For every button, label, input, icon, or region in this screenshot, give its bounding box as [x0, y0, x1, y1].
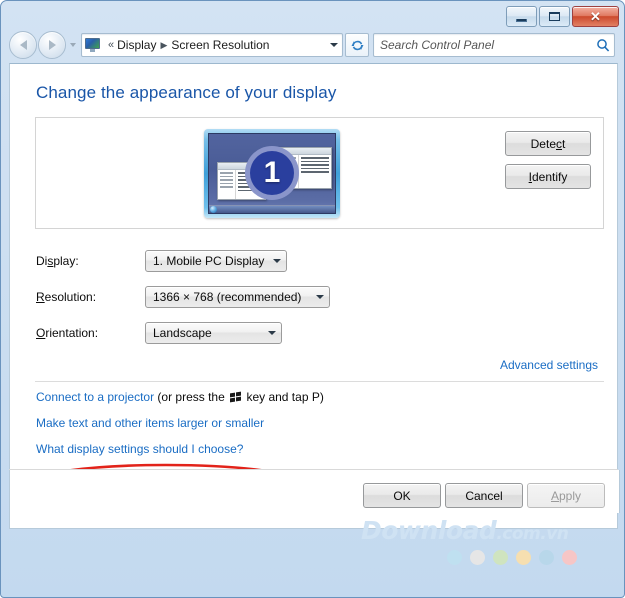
chevron-down-icon — [329, 43, 338, 47]
close-button[interactable]: ✕ — [572, 6, 619, 27]
content-pane: Change the appearance of your display 1 … — [9, 63, 618, 529]
chevron-down-icon[interactable] — [311, 295, 329, 299]
close-icon: ✕ — [590, 9, 601, 24]
ok-button[interactable]: OK — [363, 483, 441, 508]
identify-label-post: dentify — [531, 169, 568, 184]
windows-logo-icon — [230, 391, 241, 402]
resolution-dropdown-value: 1366 × 768 (recommended) — [153, 290, 302, 304]
back-button[interactable] — [9, 31, 37, 59]
chevron-down-icon[interactable] — [263, 331, 281, 335]
apply-label-post: pply — [559, 488, 582, 503]
watermark-dot-1 — [447, 550, 462, 565]
orientation-label-post: rientation: — [45, 326, 99, 340]
breadcrumb-overflow-chevron[interactable]: « — [108, 39, 114, 51]
breadcrumb-item-display[interactable]: Display — [117, 38, 156, 52]
detect-button[interactable]: Dete c t — [505, 131, 591, 156]
monitor-number-badge: 1 — [245, 146, 299, 200]
page-title: Change the appearance of your display — [36, 83, 337, 102]
connect-to-projector-link[interactable]: Connect to a projector (or press the key… — [36, 390, 324, 404]
watermark-dot-4 — [516, 550, 531, 565]
apply-label-accel: A — [550, 488, 559, 503]
search-icon — [592, 38, 614, 52]
watermark-dots — [447, 550, 611, 565]
projector-link-text: Connect to a projector — [36, 390, 155, 404]
apply-button: Apply — [527, 483, 605, 508]
refresh-icon — [351, 40, 363, 50]
resolution-label-accel: R — [36, 290, 45, 304]
chevron-down-icon[interactable] — [268, 259, 286, 263]
chevron-down-icon — [69, 43, 76, 47]
projector-link-mid: (or press the — [154, 390, 229, 404]
identify-button[interactable]: Identify — [505, 164, 591, 189]
address-bar[interactable]: « Display ▶ Screen Resolution — [81, 33, 343, 57]
navigation-bar: « Display ▶ Screen Resolution — [1, 27, 624, 63]
cancel-button[interactable]: Cancel — [445, 483, 523, 508]
advanced-settings-link[interactable]: Advanced settings — [500, 358, 598, 372]
resolution-label: Resolution: — [36, 290, 96, 304]
address-dropdown-button[interactable] — [325, 35, 342, 55]
maximize-icon — [549, 12, 560, 21]
resolution-dropdown[interactable]: 1366 × 768 (recommended) — [145, 286, 330, 308]
monitor-screen: 1 — [208, 133, 336, 214]
footer-divider — [9, 469, 618, 470]
detect-label-pre: Dete — [530, 136, 556, 151]
breadcrumb-separator-icon[interactable]: ▶ — [160, 40, 167, 50]
refresh-button[interactable] — [345, 33, 369, 57]
arrow-right-icon — [48, 40, 56, 50]
display-label: Display: — [36, 254, 79, 268]
section-divider — [35, 381, 604, 382]
search-input[interactable] — [374, 37, 592, 53]
display-dropdown-value: 1. Mobile PC Display — [153, 254, 265, 268]
orientation-label: Orientation: — [36, 326, 98, 340]
display-dropdown[interactable]: 1. Mobile PC Display — [145, 250, 287, 272]
orientation-dropdown-value: Landscape — [153, 326, 212, 340]
start-orb-icon — [210, 206, 217, 213]
detect-label-post: t — [562, 136, 566, 151]
orientation-label-accel: O — [36, 326, 46, 340]
projector-link-post: key and tap P) — [243, 390, 324, 404]
taskbar-preview — [209, 205, 335, 213]
watermark-dot-6 — [562, 550, 577, 565]
display-monitor-icon — [85, 37, 101, 53]
resolution-label-post: esolution: — [44, 290, 97, 304]
breadcrumb-item-screen-resolution[interactable]: Screen Resolution — [171, 38, 269, 52]
display-label-pre: Di — [36, 254, 48, 268]
recent-pages-dropdown[interactable] — [66, 43, 79, 47]
search-box[interactable] — [373, 33, 615, 57]
window-controls: ✕ — [506, 6, 619, 27]
orientation-dropdown[interactable]: Landscape — [145, 322, 282, 344]
watermark-dot-5 — [539, 550, 554, 565]
arrow-left-icon — [19, 40, 27, 50]
minimize-icon — [516, 18, 527, 22]
screen-resolution-window: ✕ « Display ▶ Screen Resolution Search C… — [0, 0, 625, 598]
make-text-larger-link[interactable]: Make text and other items larger or smal… — [36, 416, 264, 430]
monitor-preview[interactable]: 1 — [204, 129, 340, 218]
title-bar: ✕ — [1, 1, 624, 27]
minimize-button[interactable] — [506, 6, 537, 27]
what-display-settings-link[interactable]: What display settings should I choose? — [36, 442, 243, 456]
maximize-button[interactable] — [539, 6, 570, 27]
display-label-post: play: — [53, 254, 79, 268]
display-preview-panel: 1 Dete c t Identify — [35, 117, 604, 229]
watermark-dot-2 — [470, 550, 485, 565]
forward-button[interactable] — [38, 31, 66, 59]
watermark-dot-3 — [493, 550, 508, 565]
